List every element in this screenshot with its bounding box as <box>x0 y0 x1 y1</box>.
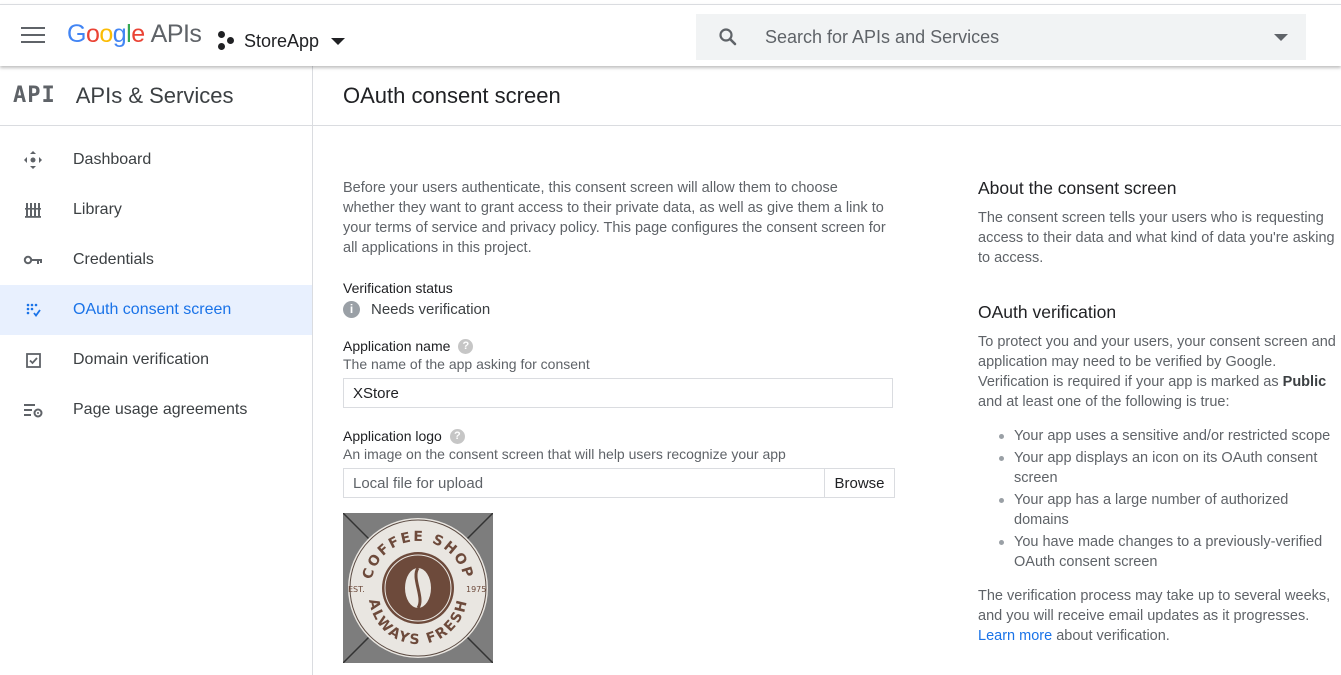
project-name: StoreApp <box>244 30 320 51</box>
application-logo-section: Application logo ? An image on the conse… <box>343 428 903 663</box>
sidebar-item-domain-verification[interactable]: Domain verification <box>0 335 312 385</box>
logo-left-text: EST. <box>348 585 365 594</box>
coffee-shop-logo-image: COFFEE SHOP ALWAYS FRESH EST. 1975 <box>343 513 493 663</box>
learn-more-link[interactable]: Learn more <box>978 628 1052 644</box>
sidebar-item-library[interactable]: Library <box>0 185 312 235</box>
sidebar-item-label: Page usage agreements <box>73 401 248 418</box>
footer-text-part: The verification process may take up to … <box>978 588 1331 624</box>
chevron-down-icon <box>331 37 346 45</box>
info-panel: About the consent screen The consent scr… <box>978 178 1338 646</box>
list-item: Your app uses a sensitive and/or restric… <box>996 426 1338 446</box>
dashboard-icon <box>23 150 43 170</box>
main-content: OAuth consent screen Before your users a… <box>313 66 1341 675</box>
project-dots-icon <box>218 31 236 51</box>
about-consent-text: The consent screen tells your users who … <box>978 210 1335 266</box>
application-name-section: Application name ? The name of the app a… <box>343 338 903 408</box>
verification-status: i Needs verification <box>343 301 903 318</box>
verification-status-value: Needs verification <box>371 301 491 318</box>
list-item: You have made changes to a previously-ve… <box>996 532 1338 572</box>
sidebar: API APIs & Services Dashboard Library Cr… <box>0 66 313 675</box>
verification-criteria-list: Your app uses a sensitive and/or restric… <box>996 426 1338 572</box>
info-icon: i <box>343 301 360 318</box>
public-keyword: Public <box>1282 374 1327 390</box>
oauth-verification-text: To protect you and your users, your cons… <box>978 332 1338 412</box>
label-text: Verification status <box>343 280 453 296</box>
sidebar-item-page-usage-agreements[interactable]: Page usage agreements <box>0 385 312 435</box>
application-name-label: Application name ? <box>343 338 903 354</box>
search-input[interactable]: Search for APIs and Services <box>765 27 999 48</box>
intro-text: Before your users authenticate, this con… <box>343 180 886 256</box>
google-apis-logo[interactable]: Google APIs <box>67 20 202 49</box>
sidebar-item-oauth-consent-screen[interactable]: OAuth consent screen <box>0 285 312 335</box>
settings-list-icon <box>23 400 43 420</box>
verification-status-section: Verification status i Needs verification <box>343 280 903 318</box>
sidebar-item-label: Library <box>73 201 122 218</box>
label-text: Application name <box>343 338 451 354</box>
verification-status-label: Verification status <box>343 280 903 296</box>
label-text: Application logo <box>343 428 442 444</box>
page-title: OAuth consent screen <box>343 82 561 108</box>
sidebar-title: APIs & Services <box>75 82 234 108</box>
application-logo-label: Application logo ? <box>343 428 903 444</box>
logo-file-input[interactable]: Local file for upload <box>343 468 825 498</box>
about-consent-title: About the consent screen <box>978 178 1177 198</box>
list-item: Your app has a large number of authorize… <box>996 490 1338 530</box>
sidebar-item-label: OAuth consent screen <box>73 301 232 318</box>
search-bar[interactable]: Search for APIs and Services <box>696 14 1306 60</box>
logo-right-text: 1975 <box>466 585 486 594</box>
application-name-input[interactable]: XStore <box>343 378 893 408</box>
verification-text-part: and at least one of the following is tru… <box>978 394 1230 410</box>
top-app-bar: Google APIs StoreApp Search for APIs and … <box>0 4 1341 66</box>
checkbox-icon <box>23 350 43 370</box>
file-upload-row: Local file for upload Browse <box>343 468 895 498</box>
api-icon: API <box>13 83 56 108</box>
verification-footer-text: The verification process may take up to … <box>978 586 1338 646</box>
page-header: OAuth consent screen <box>313 66 1341 126</box>
footer-text-part: about verification. <box>1056 628 1170 644</box>
sidebar-nav: Dashboard Library Credentials OAuth cons… <box>0 135 312 435</box>
help-icon[interactable]: ? <box>449 428 465 444</box>
sidebar-item-credentials[interactable]: Credentials <box>0 235 312 285</box>
oauth-verification-title: OAuth verification <box>978 302 1117 322</box>
browse-button[interactable]: Browse <box>825 468 895 498</box>
sidebar-item-label: Dashboard <box>73 151 152 168</box>
application-logo-hint: An image on the consent screen that will… <box>343 446 786 462</box>
sidebar-item-dashboard[interactable]: Dashboard <box>0 135 312 185</box>
search-dropdown-icon[interactable] <box>1274 34 1288 41</box>
sidebar-item-label: Credentials <box>73 251 154 268</box>
list-item: Your app displays an icon on its OAuth c… <box>996 448 1338 488</box>
sidebar-item-label: Domain verification <box>73 351 210 368</box>
help-icon[interactable]: ? <box>458 338 474 354</box>
key-icon <box>23 250 43 270</box>
consent-icon <box>23 300 43 320</box>
application-logo-preview: COFFEE SHOP ALWAYS FRESH EST. 1975 <box>343 513 493 663</box>
apis-wordmark: APIs <box>150 20 202 48</box>
project-selector[interactable]: StoreApp <box>218 27 346 55</box>
library-icon <box>23 200 43 220</box>
sidebar-header: API APIs & Services <box>0 66 312 126</box>
google-wordmark: Google <box>67 20 145 48</box>
consent-form: Before your users authenticate, this con… <box>343 178 903 663</box>
search-icon[interactable] <box>718 27 738 47</box>
application-name-hint: The name of the app asking for consent <box>343 356 590 372</box>
hamburger-menu-icon[interactable] <box>21 27 45 45</box>
